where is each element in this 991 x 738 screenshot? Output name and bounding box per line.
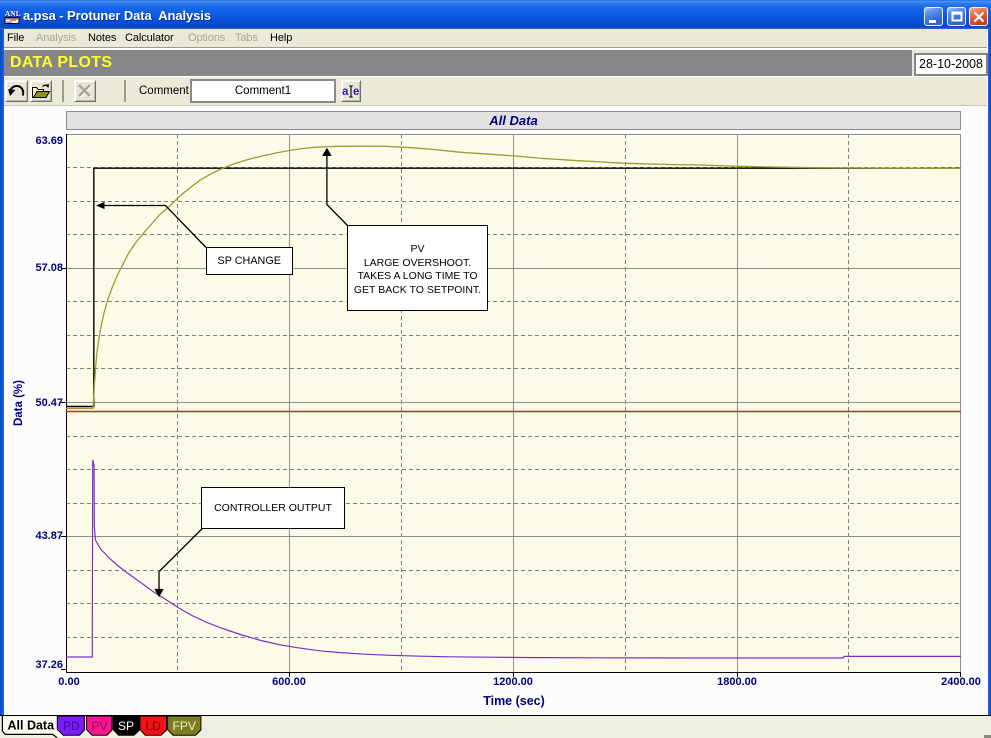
svg-text:PD: PD: [63, 719, 80, 733]
svg-text:SP: SP: [118, 719, 134, 733]
svg-text:LD: LD: [146, 719, 162, 733]
svg-text:PV: PV: [92, 719, 108, 733]
svg-text:FPV: FPV: [173, 719, 196, 733]
svg-text:All Data: All Data: [8, 719, 56, 733]
